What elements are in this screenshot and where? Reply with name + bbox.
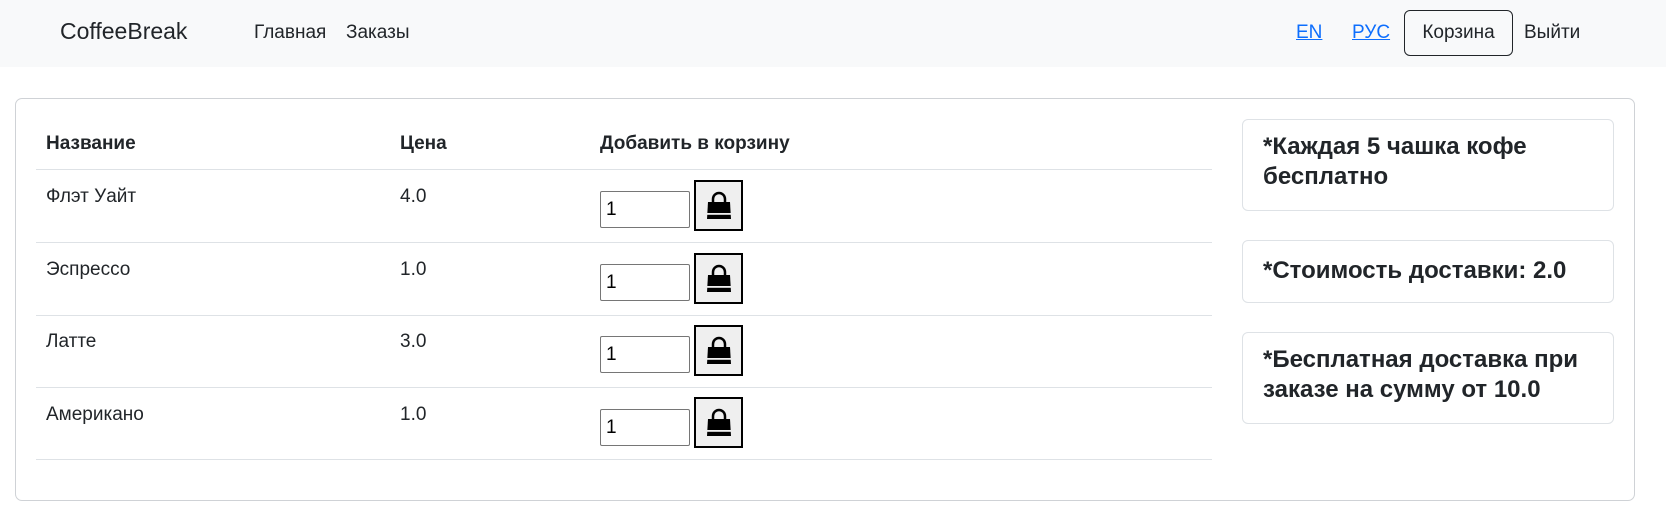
nav-link-orders[interactable]: Заказы bbox=[346, 22, 410, 44]
add-to-cart-button[interactable] bbox=[694, 397, 743, 448]
quantity-input[interactable] bbox=[600, 409, 690, 446]
product-price: 1.0 bbox=[400, 404, 427, 425]
info-free-cup: *Каждая 5 чашка кофе бесплатно bbox=[1263, 133, 1527, 190]
product-price: 1.0 bbox=[400, 259, 427, 280]
table-divider bbox=[36, 169, 1212, 170]
column-header-price: Цена bbox=[400, 133, 447, 154]
quantity-input[interactable] bbox=[600, 191, 690, 228]
lang-link-en[interactable]: EN bbox=[1296, 22, 1322, 44]
info-card-delivery-cost: *Стоимость доставки: 2.0 bbox=[1242, 240, 1614, 303]
shopping-bag-icon bbox=[706, 264, 731, 292]
info-card-free-delivery: *Бесплатная доставка при заказе на сумму… bbox=[1242, 332, 1614, 424]
add-to-cart-button[interactable] bbox=[694, 325, 743, 376]
table-divider bbox=[36, 315, 1212, 316]
navbar: CoffeeBreak Главная Заказы EN РУС Корзин… bbox=[0, 0, 1666, 67]
column-header-name: Название bbox=[46, 133, 136, 154]
product-price: 3.0 bbox=[400, 331, 427, 352]
product-name: Американо bbox=[46, 404, 144, 425]
product-price: 4.0 bbox=[400, 186, 427, 207]
quantity-input[interactable] bbox=[600, 336, 690, 373]
table-divider bbox=[36, 387, 1212, 388]
quantity-input[interactable] bbox=[600, 264, 690, 301]
product-name: Латте bbox=[46, 331, 97, 352]
logout-link[interactable]: Выйти bbox=[1524, 22, 1580, 44]
info-free-delivery: *Бесплатная доставка при заказе на сумму… bbox=[1263, 346, 1579, 403]
info-delivery-cost: *Стоимость доставки: 2.0 bbox=[1263, 257, 1567, 284]
brand-logo[interactable]: CoffeeBreak bbox=[60, 18, 187, 45]
add-to-cart-button[interactable] bbox=[694, 180, 743, 231]
column-header-add: Добавить в корзину bbox=[600, 133, 790, 154]
table-divider bbox=[36, 459, 1212, 460]
nav-link-home[interactable]: Главная bbox=[254, 22, 326, 44]
add-to-cart-button[interactable] bbox=[694, 253, 743, 304]
product-name: Эспрессо bbox=[46, 259, 131, 280]
table-divider bbox=[36, 242, 1212, 243]
info-card-free-cup: *Каждая 5 чашка кофе бесплатно bbox=[1242, 119, 1614, 211]
cart-button[interactable]: Корзина bbox=[1404, 10, 1513, 56]
product-name: Флэт Уайт bbox=[46, 186, 137, 207]
lang-link-ru[interactable]: РУС bbox=[1352, 22, 1390, 44]
shopping-bag-icon bbox=[706, 336, 731, 364]
shopping-bag-icon bbox=[706, 191, 731, 219]
shopping-bag-icon bbox=[706, 408, 731, 436]
